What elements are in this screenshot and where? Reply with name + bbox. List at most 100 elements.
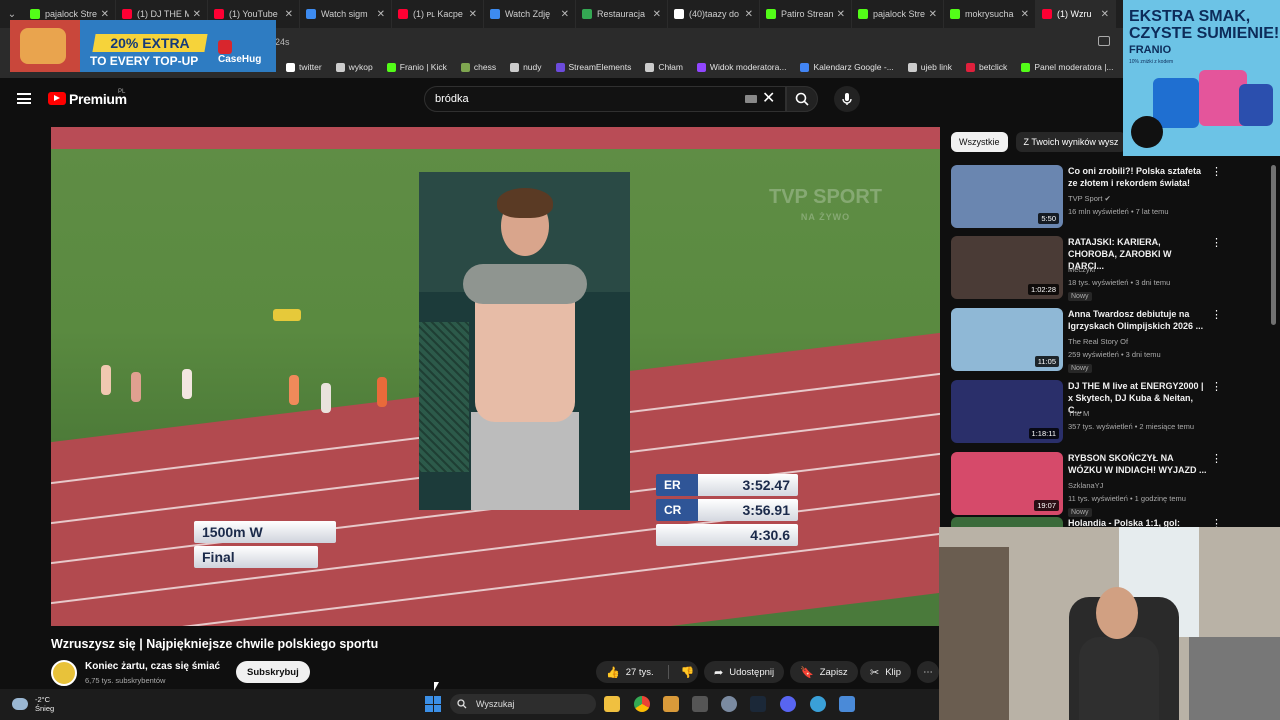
more-vertical-icon[interactable]: ⋮ <box>1211 236 1222 252</box>
channel-name[interactable]: Koniec żartu, czas się śmiać <box>85 661 220 672</box>
close-tab-icon[interactable]: ✕ <box>929 9 937 20</box>
taskbar-search-input[interactable]: Wyszukaj <box>450 694 596 714</box>
app-icon[interactable] <box>663 696 679 712</box>
bookmark-item[interactable]: Chłam <box>645 62 683 72</box>
weather-icon[interactable] <box>12 698 28 710</box>
sidebar-scrollbar[interactable] <box>1271 165 1276 325</box>
more-vertical-icon[interactable]: ⋮ <box>1211 380 1222 396</box>
video-title[interactable]: Holandia - Polska 1:1, gol: <box>1068 517 1208 527</box>
bookmark-item[interactable]: Panel moderatora |... <box>1021 62 1114 72</box>
more-vertical-icon[interactable]: ⋮ <box>1211 452 1222 468</box>
video-title[interactable]: RYBSON SKOŃCZYŁ NA WÓZKU W INDIACH! WYJA… <box>1068 452 1208 476</box>
filter-chip[interactable]: Wszystkie <box>951 132 1008 152</box>
more-vertical-icon[interactable]: ⋮ <box>1211 308 1222 324</box>
browser-tab[interactable]: Restauracja ✕ <box>576 0 668 28</box>
save-button[interactable]: 🔖 Zapisz <box>790 661 858 683</box>
recommended-video[interactable]: 1:02:28 RATAJSKI: KARIERA, CHOROBA, ZAROB… <box>951 236 1267 304</box>
close-tab-icon[interactable]: ✕ <box>285 9 293 20</box>
recommended-video[interactable]: Holandia - Polska 1:1, gol: ⋮ <box>951 517 1267 527</box>
bookmark-item[interactable]: StreamElements <box>555 62 631 72</box>
video-title[interactable]: Anna Twardosz debiutuje na Igrzyskach Ol… <box>1068 308 1208 332</box>
close-tab-icon[interactable]: ✕ <box>101 9 109 20</box>
recommended-video[interactable]: 19:07 RYBSON SKOŃCZYŁ NA WÓZKU W INDIACH!… <box>951 452 1267 520</box>
keyboard-icon[interactable] <box>745 95 757 103</box>
channel-name[interactable]: The Real Story Of <box>1068 337 1128 346</box>
address-text-fragment[interactable]: 24s <box>275 37 290 47</box>
video-title[interactable]: Co oni zrobili?! Polska sztafeta ze złot… <box>1068 165 1208 189</box>
voice-search-button[interactable] <box>834 86 860 112</box>
close-tab-icon[interactable]: ✕ <box>377 9 385 20</box>
app-icon[interactable] <box>810 696 826 712</box>
like-count[interactable]: 27 tys. <box>626 667 654 678</box>
close-tab-icon[interactable]: ✕ <box>837 9 845 20</box>
browser-tab[interactable]: Watch Zdję ✕ <box>484 0 576 28</box>
recommended-video[interactable]: 11:05 Anna Twardosz debiutuje na Igrzyska… <box>951 308 1267 376</box>
thumbs-up-icon[interactable]: 👍 <box>606 666 620 679</box>
share-button[interactable]: ➦ Udostępnij <box>704 661 785 683</box>
bookmark-label: wykop <box>348 62 373 72</box>
channel-name[interactable]: TVP Sport ✔ <box>1068 194 1111 203</box>
recommended-video[interactable]: 5:50 Co oni zrobili?! Polska sztafeta ze … <box>951 165 1267 233</box>
steam-icon[interactable] <box>750 696 766 712</box>
bookmark-item[interactable]: nudy <box>510 62 542 72</box>
recommended-video[interactable]: 1:18:11 DJ THE M live at ENERGY2000 | x S… <box>951 380 1267 448</box>
bookmark-item[interactable]: Kalendarz Google -... <box>800 62 894 72</box>
browser-tab[interactable]: (1) ᴘʟ Kacpe ✕ <box>392 0 484 28</box>
channel-name[interactable]: Meczyki <box>1068 265 1095 274</box>
search-input[interactable]: bródka <box>424 86 786 112</box>
search-icon <box>795 92 809 106</box>
browser-tab[interactable]: Watch sigm ✕ <box>300 0 392 28</box>
clip-button[interactable]: ✂ Klip <box>860 661 912 683</box>
video-thumbnail[interactable] <box>951 517 1063 527</box>
ad-banner-casehug[interactable]: 20% EXTRA TO EVERY TOP-UP CaseHug <box>10 20 276 72</box>
browser-tab[interactable]: (1) Wzru ✕ <box>1036 0 1116 28</box>
video-thumbnail[interactable]: 5:50 <box>951 165 1063 228</box>
notepad-icon[interactable] <box>839 696 855 712</box>
more-vertical-icon[interactable]: ⋮ <box>1211 165 1222 181</box>
bookmark-item[interactable]: wykop <box>335 62 373 72</box>
browser-tab[interactable]: mokrysucha ✕ <box>944 0 1036 28</box>
video-thumbnail[interactable]: 11:05 <box>951 308 1063 371</box>
bookmark-item[interactable]: Franio | Kick <box>386 62 447 72</box>
close-tab-icon[interactable]: ✕ <box>653 9 661 20</box>
app-icon[interactable] <box>692 696 708 712</box>
settings-icon[interactable] <box>721 696 737 712</box>
bookmark-item[interactable]: Widok moderatora... <box>696 62 786 72</box>
youtube-logo-icon[interactable] <box>48 92 66 105</box>
browser-tab[interactable]: Patiro Strean ✕ <box>760 0 852 28</box>
discord-icon[interactable] <box>780 696 796 712</box>
bookmark-item[interactable]: betclick <box>965 62 1007 72</box>
bookmark-item[interactable]: chess <box>460 62 496 72</box>
browser-tab[interactable]: pajalock Stre ✕ <box>852 0 944 28</box>
close-tab-icon[interactable]: ✕ <box>193 9 201 20</box>
subscribe-button[interactable]: Subskrybuj <box>236 661 310 683</box>
install-app-icon[interactable] <box>1098 36 1110 46</box>
close-tab-icon[interactable]: ✕ <box>745 9 753 20</box>
video-thumbnail[interactable]: 19:07 <box>951 452 1063 515</box>
file-explorer-icon[interactable] <box>604 696 620 712</box>
channel-avatar[interactable] <box>51 660 77 686</box>
channel-name[interactable]: The M <box>1068 409 1089 418</box>
ad-banner-franio[interactable]: EKSTRA SMAK, CZYSTE SUMIENIE! FRANIO 10% … <box>1123 0 1280 156</box>
chrome-icon[interactable] <box>634 696 650 712</box>
bookmark-item[interactable]: ujeb link <box>907 62 952 72</box>
video-player[interactable]: TVP SPORT NA ŻYWO 1500m W Final ER 3:52.47… <box>51 127 940 626</box>
filter-chip[interactable]: Z Twoich wyników wysz <box>1015 132 1127 152</box>
channel-name[interactable]: SzklanaYJ <box>1068 481 1103 490</box>
more-actions-button[interactable]: ⋯ <box>917 661 939 683</box>
video-thumbnail[interactable]: 1:02:28 <box>951 236 1063 299</box>
weather-widget[interactable]: -2°C Śnieg <box>35 695 54 713</box>
more-vertical-icon[interactable]: ⋮ <box>1211 517 1222 527</box>
search-button[interactable] <box>786 86 818 112</box>
menu-hamburger-icon[interactable] <box>17 93 31 104</box>
thumbs-down-icon[interactable]: 👎 <box>681 666 695 679</box>
close-tab-icon[interactable]: ✕ <box>1101 9 1109 20</box>
bookmark-item[interactable]: twitter <box>286 62 322 72</box>
clear-search-icon[interactable]: ✕ <box>762 89 775 109</box>
close-tab-icon[interactable]: ✕ <box>469 9 477 20</box>
close-tab-icon[interactable]: ✕ <box>561 9 569 20</box>
browser-tab[interactable]: (40)taazy do ✕ <box>668 0 760 28</box>
close-tab-icon[interactable]: ✕ <box>1021 9 1029 20</box>
windows-start-icon[interactable] <box>425 696 441 712</box>
video-thumbnail[interactable]: 1:18:11 <box>951 380 1063 443</box>
